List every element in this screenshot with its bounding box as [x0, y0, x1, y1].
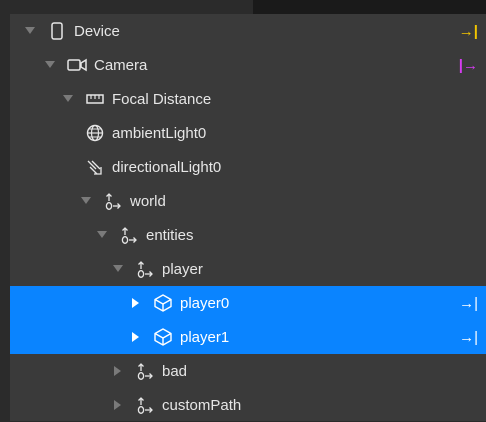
tree-item-world[interactable]: world — [10, 184, 486, 218]
null-object-icon — [102, 190, 124, 212]
output-link-icon[interactable]: →| — [459, 14, 478, 48]
tree-item-player0[interactable]: player0 →| — [10, 286, 486, 320]
expand-arrow-icon[interactable] — [112, 263, 124, 275]
expand-arrow-icon[interactable] — [96, 229, 108, 241]
tree-item-label: ambientLight0 — [112, 124, 207, 142]
tree-item-label: customPath — [162, 396, 242, 414]
camera-icon — [66, 54, 88, 76]
tree-item-camera[interactable]: Camera |→ — [10, 48, 486, 82]
collapse-arrow-icon[interactable] — [130, 331, 142, 343]
device-icon — [46, 20, 68, 42]
scene-tree-panel: Device →| Camera |→ Focal Distance ambie… — [10, 14, 486, 421]
globe-icon — [84, 122, 106, 144]
tree-item-entities[interactable]: entities — [10, 218, 486, 252]
input-link-icon[interactable]: |→ — [459, 48, 478, 82]
tree-item-label: Device — [74, 22, 120, 40]
collapse-arrow-icon[interactable] — [112, 399, 124, 411]
expand-arrow-icon[interactable] — [44, 59, 56, 71]
tree-item-label: world — [130, 192, 166, 210]
output-link-icon[interactable]: →| — [459, 286, 478, 320]
tree-item-player[interactable]: player — [10, 252, 486, 286]
cube-icon — [152, 326, 174, 348]
tree-item-device[interactable]: Device →| — [10, 14, 486, 48]
null-object-icon — [134, 258, 156, 280]
tree-item-label: player1 — [180, 328, 230, 346]
expand-arrow-icon[interactable] — [62, 93, 74, 105]
tree-item-label: Camera — [94, 56, 148, 74]
output-link-icon[interactable]: →| — [459, 320, 478, 354]
null-object-icon — [134, 394, 156, 416]
tree-item-label: Focal Distance — [112, 90, 212, 108]
collapse-arrow-icon[interactable] — [112, 365, 124, 377]
expand-arrow-icon[interactable] — [24, 25, 36, 37]
tree-item-label: player — [162, 260, 203, 278]
tree-item-ambientlight0[interactable]: ambientLight0 — [10, 116, 486, 150]
tree-item-label: bad — [162, 362, 188, 380]
tree-item-label: entities — [146, 226, 194, 244]
tree-item-bad[interactable]: bad — [10, 354, 486, 388]
ruler-icon — [84, 88, 106, 110]
directional-light-icon — [84, 156, 106, 178]
tree-item-focal-distance[interactable]: Focal Distance — [10, 82, 486, 116]
null-object-icon — [118, 224, 140, 246]
expand-arrow-icon[interactable] — [80, 195, 92, 207]
top-bar-dark-area — [253, 0, 486, 14]
null-object-icon — [134, 360, 156, 382]
cube-icon — [152, 292, 174, 314]
collapse-arrow-icon[interactable] — [130, 297, 142, 309]
tree-item-player1[interactable]: player1 →| — [10, 320, 486, 354]
tree-item-label: directionalLight0 — [112, 158, 222, 176]
top-bar — [0, 0, 486, 14]
tree-item-custompath[interactable]: customPath — [10, 388, 486, 422]
tree-item-directionallight0[interactable]: directionalLight0 — [10, 150, 486, 184]
tree-item-label: player0 — [180, 294, 230, 312]
